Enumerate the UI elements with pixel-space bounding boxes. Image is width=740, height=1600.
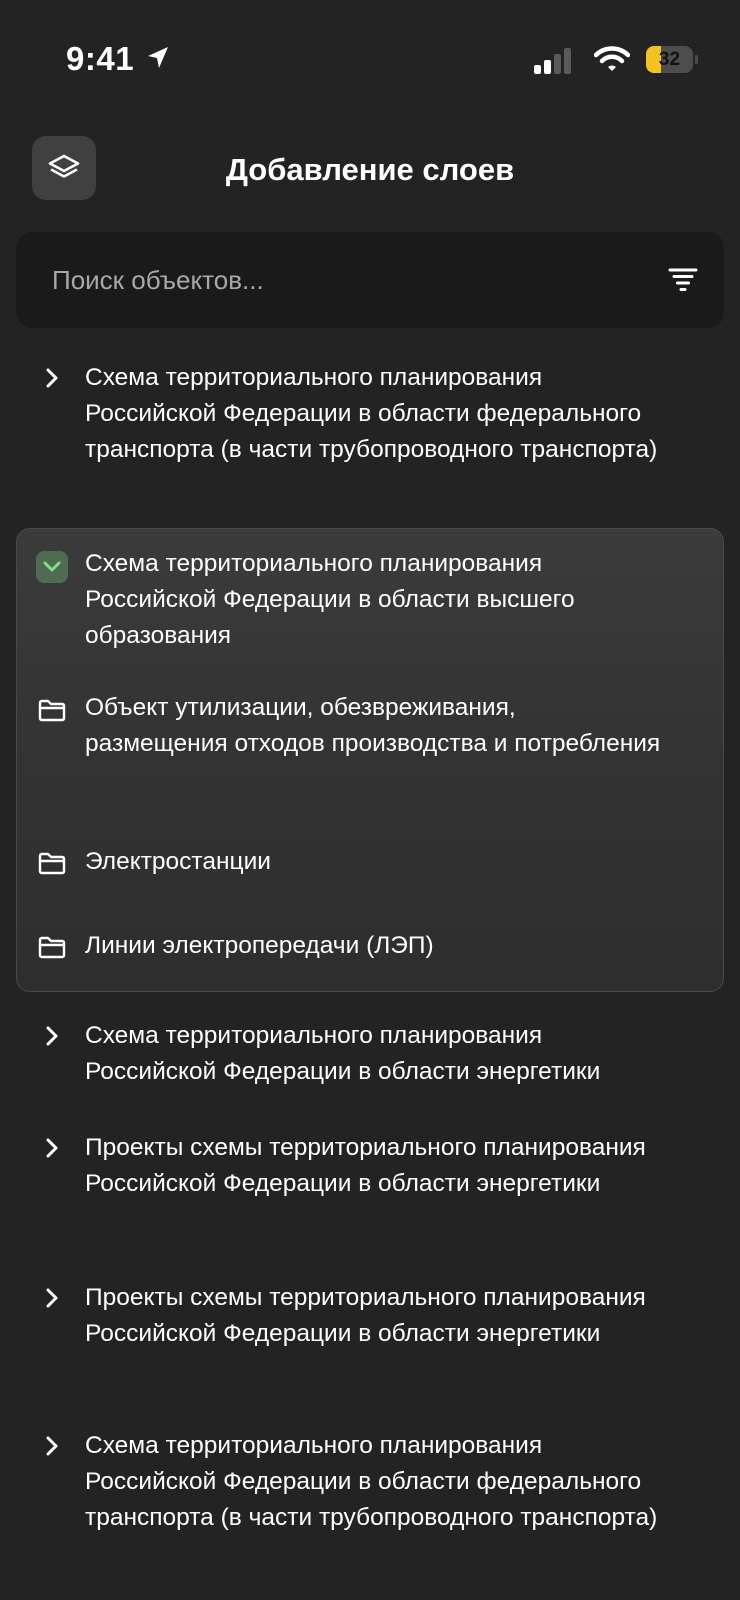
chevron-right-icon[interactable]	[42, 367, 62, 389]
list-item-label: Схема территориального планирования Росс…	[85, 550, 575, 649]
location-arrow-icon	[148, 47, 168, 68]
battery-icon: 32	[646, 46, 698, 73]
sub-item-label: Электростанции	[85, 848, 271, 875]
screen: 9:41 32 Добавление слоев Поиск объектов.…	[0, 0, 740, 1600]
folder-icon	[38, 852, 66, 875]
list-item[interactable]: Схема территориального планирования Росс…	[0, 1428, 740, 1578]
list-item[interactable]: Проекты схемы территориального планирова…	[0, 1130, 740, 1242]
expand-check-toggle[interactable]	[36, 551, 68, 583]
list-item[interactable]: Проекты схемы территориального планирова…	[0, 1280, 740, 1392]
sub-item[interactable]: Объект утилизации, обезвреживания, разме…	[0, 690, 740, 804]
chevron-right-icon[interactable]	[42, 1435, 62, 1457]
folder-icon	[38, 936, 66, 959]
list-item[interactable]: Схема территориального планирования Росс…	[0, 360, 740, 510]
chevron-right-icon[interactable]	[42, 1025, 62, 1047]
sub-item[interactable]: Электростанции	[0, 844, 740, 884]
list-item-label: Схема территориального планирования Росс…	[85, 364, 658, 463]
battery-level: 32	[658, 49, 681, 70]
sub-item-label: Объект утилизации, обезвреживания, разме…	[85, 694, 661, 757]
list-item-label: Проекты схемы территориального планирова…	[85, 1134, 646, 1197]
chevron-down-icon	[43, 561, 61, 572]
list-item[interactable]: Схема территориального планирования Росс…	[0, 1018, 740, 1094]
wifi-icon	[594, 46, 630, 71]
cellular-signal-icon	[534, 48, 571, 74]
list-item-label: Схема территориального планирования Росс…	[85, 1432, 658, 1531]
battery-cap	[695, 55, 698, 64]
folder-icon	[38, 699, 66, 722]
battery-body: 32	[646, 46, 693, 73]
sub-item-label: Линии электропередачи (ЛЭП)	[85, 932, 434, 959]
status-bar: 9:41 32	[0, 0, 740, 118]
list-item-label: Схема территориального планирования Росс…	[85, 1022, 601, 1085]
sub-item[interactable]: Линии электропередачи (ЛЭП)	[0, 928, 740, 968]
search-input[interactable]	[52, 260, 612, 300]
filter-icon[interactable]	[668, 264, 698, 294]
search-bar[interactable]	[16, 232, 724, 328]
chevron-right-icon[interactable]	[42, 1287, 62, 1309]
chevron-right-icon[interactable]	[42, 1137, 62, 1159]
page-title: Добавление слоев	[225, 152, 515, 187]
list-item-expanded[interactable]: Схема территориального планирования Росс…	[0, 546, 740, 656]
list-item-label: Проекты схемы территориального планирова…	[85, 1284, 646, 1347]
status-time: 9:41	[66, 40, 135, 77]
